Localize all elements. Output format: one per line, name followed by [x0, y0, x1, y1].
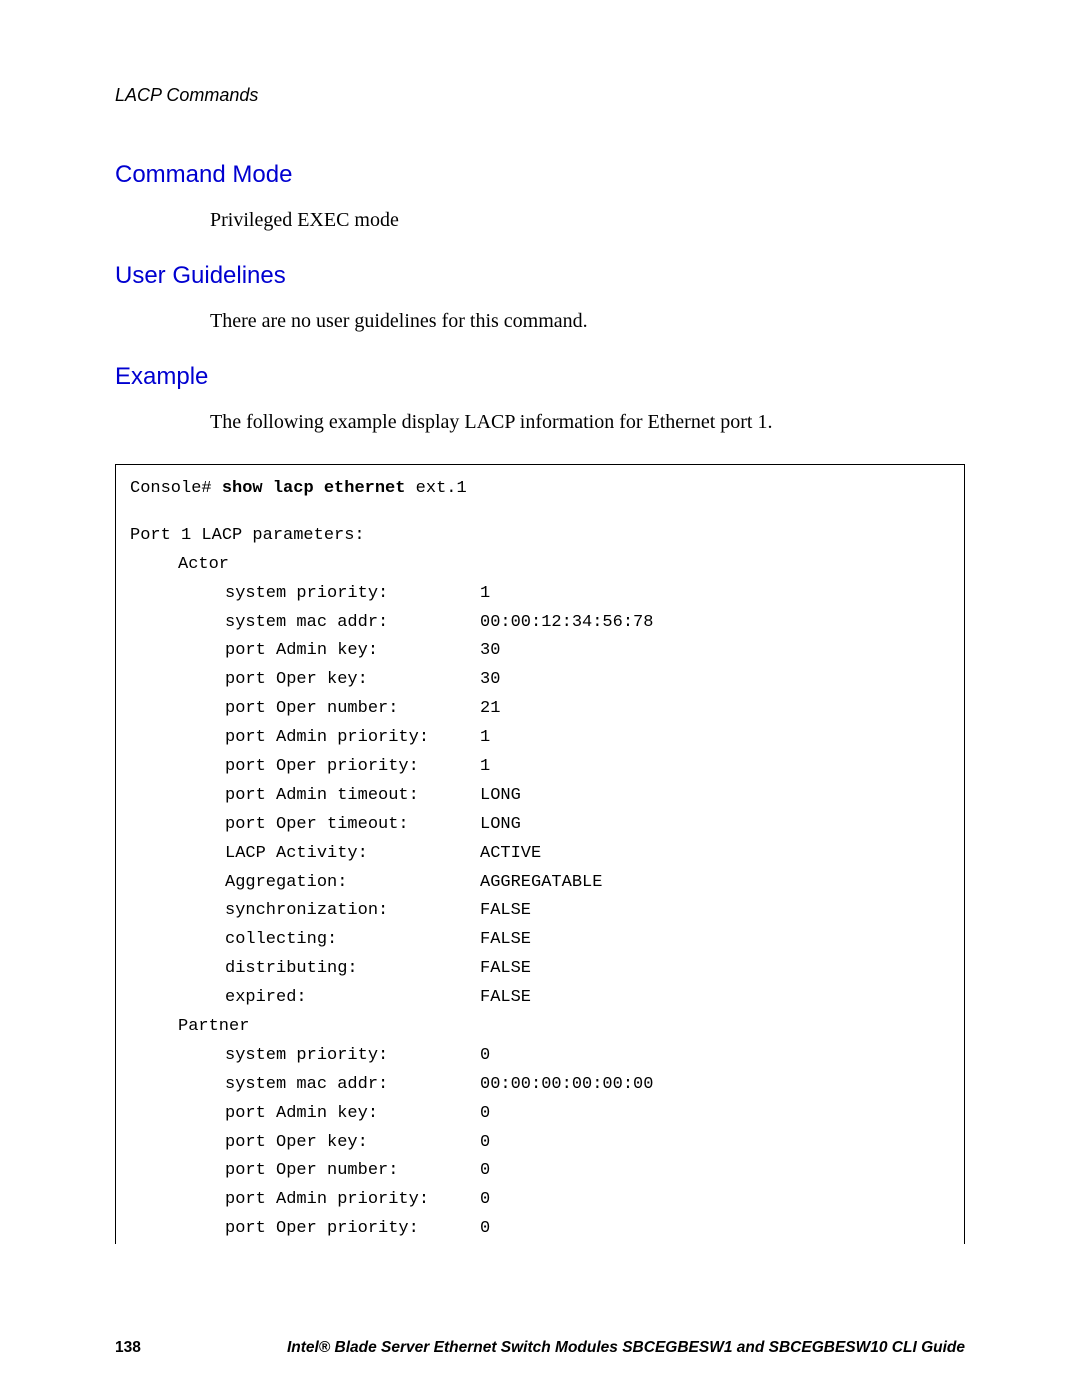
page-number: 138 [115, 1339, 210, 1357]
kv-value: LONG [480, 782, 950, 811]
kv-value: FALSE [480, 984, 950, 1013]
kv-row: port Admin timeout:LONG [130, 782, 950, 811]
code-command: show lacp ethernet [222, 479, 406, 498]
kv-label: port Oper priority: [130, 1215, 480, 1244]
kv-row: port Oper number:21 [130, 695, 950, 724]
kv-row: port Oper priority:1 [130, 753, 950, 782]
body-user-guidelines: There are no user guidelines for this co… [210, 308, 965, 335]
kv-row: port Oper key:30 [130, 666, 950, 695]
code-prompt: Console# [130, 479, 212, 498]
kv-row: port Oper timeout:LONG [130, 811, 950, 840]
page-container: LACP Commands Command Mode Privileged EX… [0, 0, 1080, 1397]
kv-value: 0 [480, 1157, 950, 1186]
kv-label: port Oper number: [130, 1157, 480, 1186]
kv-row: distributing:FALSE [130, 955, 950, 984]
kv-value: 1 [480, 580, 950, 609]
kv-value: 0 [480, 1186, 950, 1215]
kv-value: 1 [480, 753, 950, 782]
kv-value: 0 [480, 1129, 950, 1158]
kv-row: port Oper priority:0 [130, 1215, 950, 1244]
kv-label: collecting: [130, 926, 480, 955]
kv-label: distributing: [130, 955, 480, 984]
code-actor-label: Actor [130, 551, 950, 580]
kv-label: port Oper number: [130, 695, 480, 724]
kv-value: FALSE [480, 897, 950, 926]
kv-row: port Oper number:0 [130, 1157, 950, 1186]
kv-value: 0 [480, 1042, 950, 1071]
kv-value: 0 [480, 1215, 950, 1244]
kv-label: port Oper priority: [130, 753, 480, 782]
kv-value: LONG [480, 811, 950, 840]
kv-row: port Admin key:0 [130, 1100, 950, 1129]
kv-label: Aggregation: [130, 869, 480, 898]
kv-value: FALSE [480, 926, 950, 955]
kv-row: port Admin priority:0 [130, 1186, 950, 1215]
kv-label: port Oper key: [130, 1129, 480, 1158]
kv-row: LACP Activity:ACTIVE [130, 840, 950, 869]
running-head: LACP Commands [115, 85, 965, 106]
kv-label: port Admin priority: [130, 724, 480, 753]
kv-value: 30 [480, 666, 950, 695]
kv-row: system priority:1 [130, 580, 950, 609]
heading-command-mode: Command Mode [115, 161, 965, 189]
kv-label: port Admin timeout: [130, 782, 480, 811]
kv-row: system mac addr:00:00:12:34:56:78 [130, 609, 950, 638]
heading-user-guidelines: User Guidelines [115, 262, 965, 290]
kv-label: expired: [130, 984, 480, 1013]
kv-row: collecting:FALSE [130, 926, 950, 955]
kv-value: AGGREGATABLE [480, 869, 950, 898]
footer-text: Intel® Blade Server Ethernet Switch Modu… [210, 1339, 965, 1357]
kv-label: port Admin priority: [130, 1186, 480, 1215]
code-partner-label: Partner [130, 1013, 950, 1042]
code-arg: ext.1 [416, 479, 467, 498]
kv-row: expired:FALSE [130, 984, 950, 1013]
kv-label: system priority: [130, 580, 480, 609]
kv-row: synchronization:FALSE [130, 897, 950, 926]
code-prompt-line: Console# show lacp ethernet ext.1 [130, 475, 950, 504]
body-example: The following example display LACP infor… [210, 409, 965, 436]
heading-example: Example [115, 363, 965, 391]
kv-label: synchronization: [130, 897, 480, 926]
kv-value: 1 [480, 724, 950, 753]
kv-value: 00:00:00:00:00:00 [480, 1071, 950, 1100]
kv-label: port Oper timeout: [130, 811, 480, 840]
kv-value: 30 [480, 637, 950, 666]
kv-label: system priority: [130, 1042, 480, 1071]
kv-value: 00:00:12:34:56:78 [480, 609, 950, 638]
kv-row: system mac addr:00:00:00:00:00:00 [130, 1071, 950, 1100]
kv-label: system mac addr: [130, 1071, 480, 1100]
kv-value: ACTIVE [480, 840, 950, 869]
partner-rows: system priority:0system mac addr:00:00:0… [130, 1042, 950, 1244]
kv-row: port Admin priority:1 [130, 724, 950, 753]
actor-rows: system priority:1system mac addr:00:00:1… [130, 580, 950, 1013]
kv-value: 21 [480, 695, 950, 724]
kv-label: port Admin key: [130, 1100, 480, 1129]
kv-label: port Admin key: [130, 637, 480, 666]
kv-row: system priority:0 [130, 1042, 950, 1071]
body-command-mode: Privileged EXEC mode [210, 207, 965, 234]
kv-label: system mac addr: [130, 609, 480, 638]
kv-row: port Admin key:30 [130, 637, 950, 666]
kv-row: Aggregation:AGGREGATABLE [130, 869, 950, 898]
kv-value: 0 [480, 1100, 950, 1129]
code-header: Port 1 LACP parameters: [130, 522, 950, 551]
kv-label: port Oper key: [130, 666, 480, 695]
page-footer: 138 Intel® Blade Server Ethernet Switch … [115, 1339, 965, 1357]
kv-row: port Oper key:0 [130, 1129, 950, 1158]
kv-value: FALSE [480, 955, 950, 984]
code-output-box: Console# show lacp ethernet ext.1 Port 1… [115, 464, 965, 1244]
kv-label: LACP Activity: [130, 840, 480, 869]
